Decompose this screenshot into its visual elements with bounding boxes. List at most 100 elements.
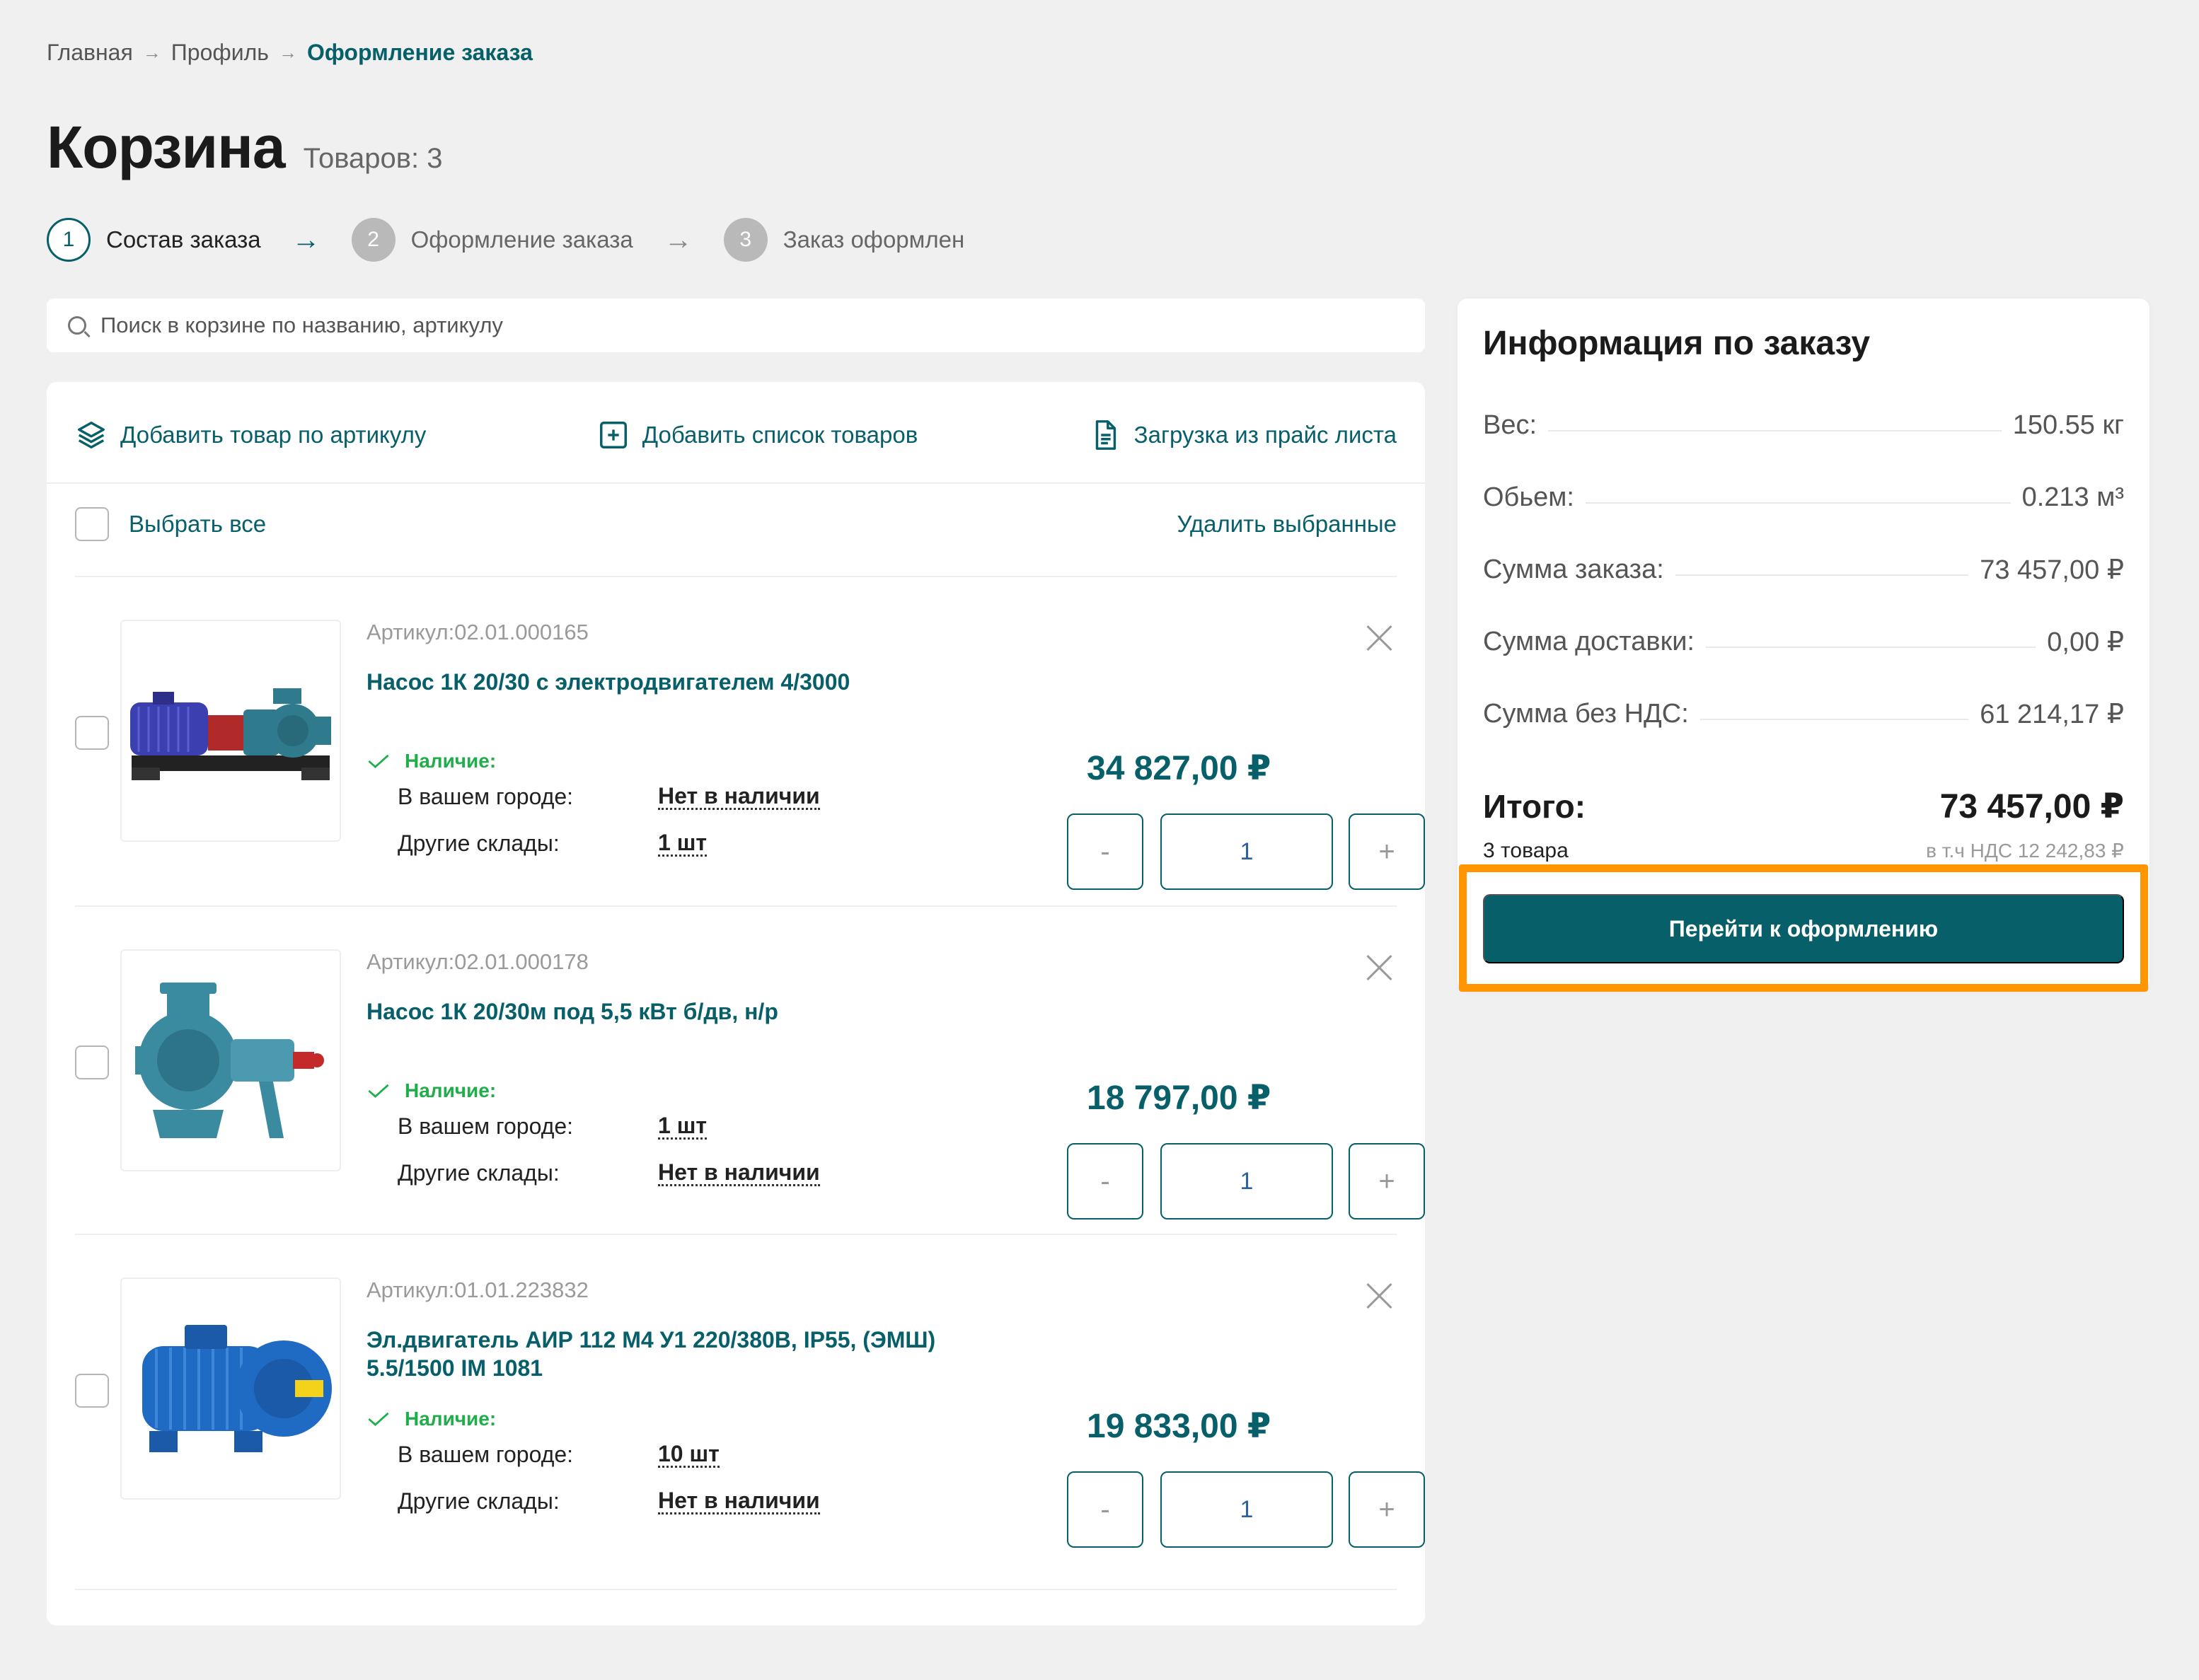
stock-city-value[interactable]: 10 шт (658, 1442, 720, 1468)
arrow-right-icon: → (292, 224, 321, 255)
remove-item-icon[interactable] (1363, 621, 1397, 655)
stock-other-label: Другие склады: (398, 830, 560, 856)
pump-motor-image (130, 688, 331, 780)
add-by-sku-button[interactable]: Добавить товар по артикулу (75, 419, 426, 451)
total-subrow: 3 товара в т.ч НДС 12 242,83 ₽ (1483, 839, 2124, 863)
availability-label: Наличие: (405, 1408, 497, 1430)
step-2[interactable]: 2 Оформление заказа (351, 218, 633, 262)
select-all-label: Выбрать все (129, 511, 267, 537)
stock-city: В вашем городе: 1 шт (398, 1113, 708, 1140)
summary-row-delivery: Сумма доставки: 0,00 ₽ (1483, 624, 2124, 659)
product-sku: Артикул:01.01.223832 (366, 1278, 589, 1302)
stock-city: В вашем городе: Нет в наличии (398, 784, 820, 810)
summary-label: Сумма заказа: (1483, 554, 1664, 584)
delete-selected-button[interactable]: Удалить выбранные (1177, 511, 1397, 538)
summary-row-volume: Обьем: 0.213 м³ (1483, 480, 2124, 515)
step-number: 2 (351, 218, 396, 262)
product-sku: Артикул:02.01.000165 (366, 620, 589, 644)
add-list-label: Добавить список товаров (642, 422, 918, 448)
stock-other-value[interactable]: Нет в наличии (658, 1160, 820, 1186)
electric-motor-image (142, 1325, 332, 1452)
item-checkbox[interactable] (75, 716, 109, 750)
divider (47, 482, 1425, 484)
upload-price-button[interactable]: Загрузка из прайс листа (1089, 419, 1397, 451)
step-label: Состав заказа (106, 226, 261, 253)
item-checkbox[interactable] (75, 1045, 109, 1079)
stock-other: Другие склады: Нет в наличии (398, 1160, 820, 1186)
add-list-button[interactable]: Добавить список товаров (597, 419, 918, 451)
availability: Наличие: (366, 1079, 496, 1102)
summary-row-order-sum: Сумма заказа: 73 457,00 ₽ (1483, 552, 2124, 587)
select-all-checkbox[interactable] (75, 507, 109, 541)
step-3[interactable]: 3 Заказ оформлен (723, 218, 964, 262)
layers-icon (78, 422, 105, 448)
divider (75, 1589, 1397, 1590)
stock-city-value[interactable]: 1 шт (658, 1113, 708, 1140)
increase-qty-button[interactable]: + (1349, 1143, 1425, 1220)
stock-city-label: В вашем городе: (398, 784, 574, 809)
total-items-count: 3 товара (1483, 839, 1569, 862)
breadcrumb: Главная → Профиль → Оформление заказа (47, 40, 533, 66)
step-label: Оформление заказа (410, 226, 633, 253)
decrease-qty-button[interactable]: - (1067, 813, 1143, 890)
title-row: Корзина Товаров: 3 (47, 113, 442, 182)
check-icon (368, 1412, 389, 1426)
search-input[interactable] (100, 313, 1374, 338)
summary-label: Сумма доставки: (1483, 626, 1695, 656)
breadcrumb-current: Оформление заказа (306, 40, 533, 65)
product-image[interactable] (120, 949, 341, 1171)
arrow-right-icon: → (664, 224, 693, 255)
vat-note: в т.ч НДС 12 242,83 ₽ (1926, 840, 2124, 862)
total-label: Итого: (1483, 788, 1586, 825)
availability-label: Наличие: (405, 750, 497, 772)
decrease-qty-button[interactable]: - (1067, 1143, 1143, 1220)
summary-label: Сумма без НДС: (1483, 698, 1689, 729)
cart-item: Артикул:01.01.223832 Эл.двигатель АИР 11… (75, 1235, 1425, 1563)
remove-item-icon[interactable] (1363, 1279, 1397, 1313)
select-all[interactable]: Выбрать все (75, 507, 266, 541)
checkout-steps: 1 Состав заказа → 2 Оформление заказа → … (47, 218, 964, 262)
add-by-sku-label: Добавить товар по артикулу (120, 422, 427, 448)
product-price: 18 797,00 ₽ (1087, 1079, 1271, 1117)
stock-city-value[interactable]: Нет в наличии (658, 784, 820, 810)
cart-search (47, 299, 1425, 352)
stock-city-label: В вашем городе: (398, 1113, 574, 1139)
item-checkbox[interactable] (75, 1374, 109, 1408)
checkout-button[interactable]: Перейти к оформлению (1483, 894, 2124, 963)
quantity-input[interactable]: 1 (1160, 1471, 1333, 1548)
product-name-link[interactable]: Насос 1К 20/30м под 5,5 кВт б/дв, н/р (366, 997, 975, 1026)
breadcrumb-profile[interactable]: Профиль (171, 40, 269, 66)
stock-other-value[interactable]: Нет в наличии (658, 1488, 820, 1514)
summary-label: Вес: (1483, 410, 1537, 440)
stock-other-value[interactable]: 1 шт (658, 830, 708, 857)
total-row: Итого: 73 457,00 ₽ (1483, 787, 2124, 826)
summary-value: 0,00 ₽ (2047, 627, 2124, 657)
summary-value: 150.55 кг (2012, 410, 2124, 440)
summary-dots (1699, 719, 1969, 720)
breadcrumb-separator: → (142, 42, 161, 63)
remove-item-icon[interactable] (1363, 951, 1397, 985)
decrease-qty-button[interactable]: - (1067, 1471, 1143, 1548)
stock-other: Другие склады: Нет в наличии (398, 1488, 820, 1514)
step-number: 3 (723, 218, 768, 262)
breadcrumb-home[interactable]: Главная (47, 40, 133, 66)
search-icon (68, 316, 86, 335)
product-name-link[interactable]: Насос 1К 20/30 с электродвигателем 4/300… (366, 668, 975, 696)
stock-other: Другие склады: 1 шт (398, 830, 708, 857)
pump-image (135, 983, 324, 1138)
step-1[interactable]: 1 Состав заказа (47, 218, 261, 262)
summary-row-no-vat: Сумма без НДС: 61 214,17 ₽ (1483, 696, 2124, 731)
product-image[interactable] (120, 1278, 341, 1500)
stock-other-label: Другие склады: (398, 1488, 560, 1514)
product-name-link[interactable]: Эл.двигатель АИР 112 М4 У1 220/380В, IP5… (366, 1326, 975, 1382)
quantity-input[interactable]: 1 (1160, 1143, 1333, 1220)
document-icon (1095, 420, 1116, 450)
increase-qty-button[interactable]: + (1349, 813, 1425, 890)
product-image[interactable] (120, 620, 341, 842)
quantity-input[interactable]: 1 (1160, 813, 1333, 890)
cart-panel: Добавить товар по артикулу Добавить спис… (47, 382, 1425, 1626)
summary-dots (1675, 574, 1969, 576)
increase-qty-button[interactable]: + (1349, 1471, 1425, 1548)
summary-dots (1585, 502, 2011, 504)
stock-other-label: Другие склады: (398, 1160, 560, 1186)
